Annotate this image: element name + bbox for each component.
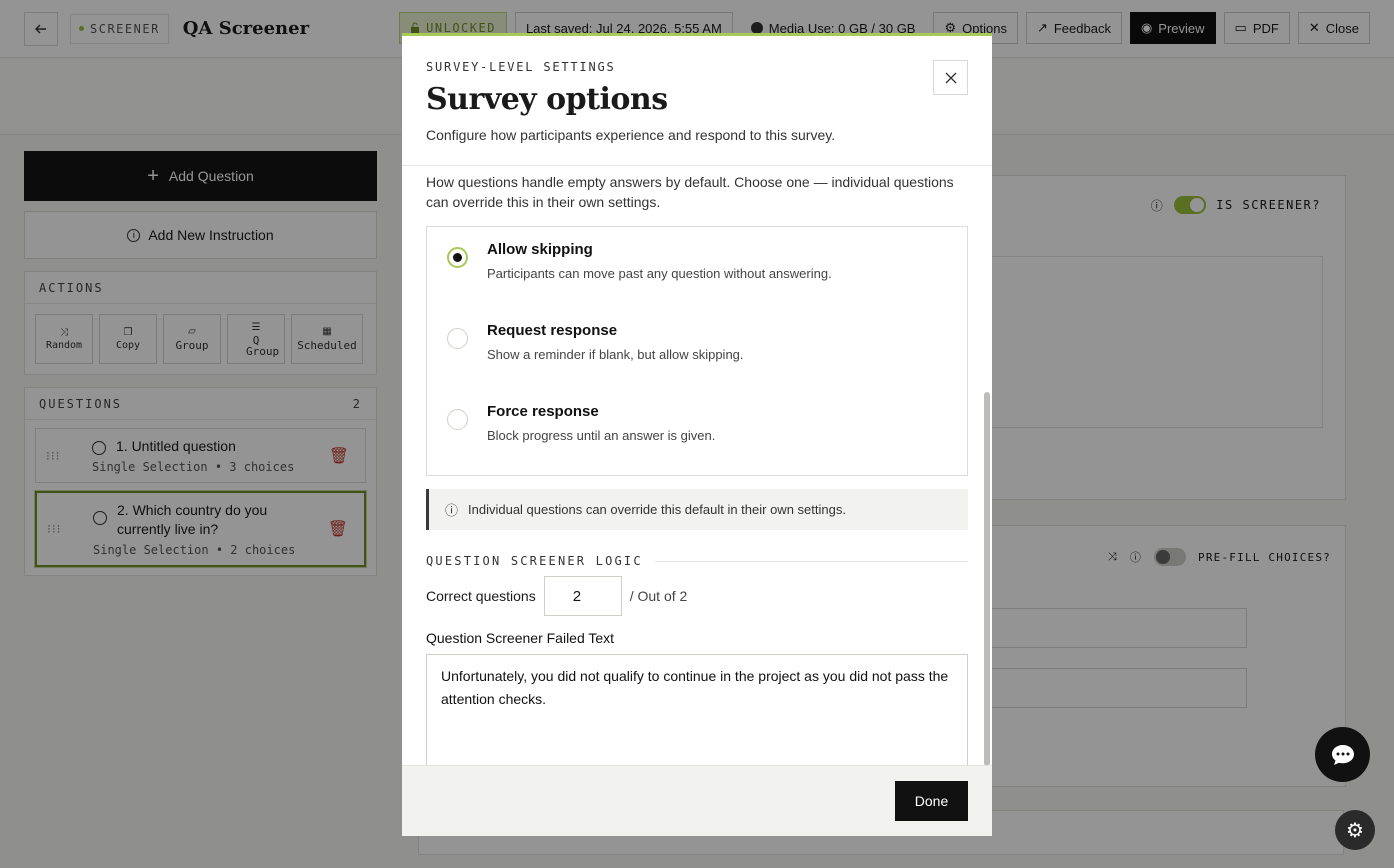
info-note-text: Individual questions can override this d… <box>468 502 846 517</box>
modal-scrollbar[interactable] <box>984 392 990 766</box>
screener-logic-title: QUESTION SCREENER LOGIC <box>426 554 643 568</box>
survey-options-modal: SURVEY-LEVEL SETTINGS Survey options Con… <box>402 33 992 836</box>
correct-questions-row: Correct questions / Out of 2 <box>426 576 968 616</box>
screener-logic-header: QUESTION SCREENER LOGIC <box>426 554 968 568</box>
radio-selected-icon[interactable] <box>447 247 468 268</box>
close-icon <box>945 72 956 83</box>
option-request-response[interactable]: Request response Show a reminder if blan… <box>447 322 947 403</box>
modal-title: Survey options <box>426 82 668 117</box>
info-icon: ⓘ <box>445 503 459 518</box>
modal-close-button[interactable] <box>933 60 968 95</box>
modal-footer: Done <box>402 765 992 836</box>
modal-eyebrow: SURVEY-LEVEL SETTINGS <box>426 60 616 74</box>
failed-text-input[interactable]: Unfortunately, you did not qualify to co… <box>426 654 968 768</box>
modal-header: SURVEY-LEVEL SETTINGS Survey options Con… <box>402 36 992 166</box>
modal-body[interactable]: How questions handle empty answers by de… <box>402 166 992 768</box>
chat-bubble-icon <box>1331 744 1354 765</box>
empty-answer-options: Allow skipping Participants can move pas… <box>426 226 968 476</box>
empty-answer-description: How questions handle empty answers by de… <box>426 174 954 210</box>
failed-text-label: Question Screener Failed Text <box>426 630 615 646</box>
done-button[interactable]: Done <box>895 781 968 821</box>
option-title: Request response <box>487 322 618 339</box>
modal-subtitle: Configure how participants experience an… <box>426 127 836 143</box>
option-description: Block progress until an answer is given. <box>487 428 716 443</box>
radio-icon[interactable] <box>447 409 468 430</box>
option-allow-skipping[interactable]: Allow skipping Participants can move pas… <box>447 241 947 322</box>
option-title: Allow skipping <box>487 241 593 258</box>
option-description: Show a reminder if blank, but allow skip… <box>487 347 744 362</box>
option-title: Force response <box>487 403 599 420</box>
chat-button[interactable] <box>1315 727 1370 782</box>
out-of-label: / Out of 2 <box>629 588 688 604</box>
override-info-note: ⓘ Individual questions can override this… <box>426 489 968 530</box>
divider <box>654 560 968 562</box>
settings-button[interactable]: ⚙ <box>1335 810 1375 850</box>
correct-questions-label: Correct questions <box>426 588 536 604</box>
radio-icon[interactable] <box>447 328 468 349</box>
gear-icon: ⚙ <box>1346 819 1364 842</box>
option-force-response[interactable]: Force response Block progress until an a… <box>447 403 947 473</box>
correct-questions-input[interactable] <box>543 576 622 616</box>
option-description: Participants can move past any question … <box>487 266 832 281</box>
